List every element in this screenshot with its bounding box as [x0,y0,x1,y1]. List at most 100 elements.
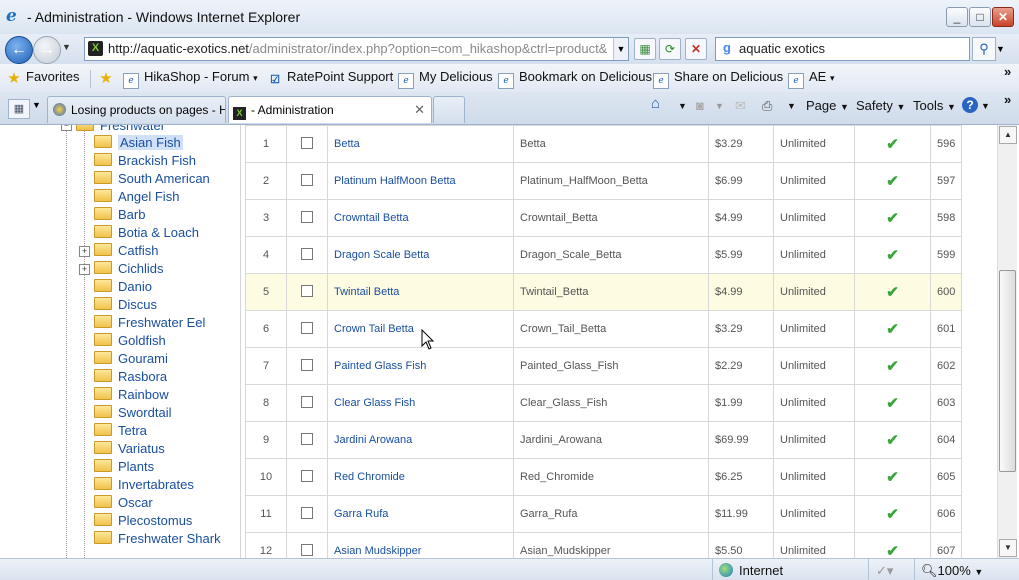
tree-item[interactable]: Angel Fish [94,189,179,207]
read-mail-icon[interactable]: ✉ [735,98,746,114]
tree-item[interactable]: Oscar [94,495,153,513]
tree-item[interactable]: Cichlids [94,261,164,279]
published-check-icon[interactable]: ✔ [886,173,899,190]
fav-link-hikashop-forum[interactable]: e HikaShop - Forum ▾ [123,69,258,89]
published-check-icon[interactable]: ✔ [886,432,899,449]
fav-link-ratepoint-support[interactable]: ☑ RatePoint Support [268,69,393,87]
tree-item[interactable]: Swordtail [94,405,171,423]
tools-menu[interactable]: Tools ▼ [913,98,956,113]
product-name-link[interactable]: Platinum HalfMoon Betta [327,162,514,200]
row-checkbox[interactable] [301,136,313,149]
row-checkbox[interactable] [301,247,313,260]
security-zone[interactable]: Internet [719,563,783,578]
row-checkbox[interactable] [301,284,313,297]
row-checkbox[interactable] [301,358,313,371]
fav-link-share-on-delicious[interactable]: e Share on Delicious [653,69,783,89]
protected-mode-icon[interactable]: ✓▾ [876,563,893,579]
print-dropdown-icon[interactable]: ▼ [787,101,796,111]
back-button[interactable]: ← [5,36,33,64]
page-menu[interactable]: Page ▼ [806,98,849,113]
more-favorites-chevron-icon[interactable]: » [1004,64,1011,79]
collapse-freshwater-icon[interactable]: − [61,125,72,131]
row-checkbox[interactable] [301,173,313,186]
home-dropdown-icon[interactable]: ▼ [678,101,687,111]
expand-category-icon[interactable]: + [79,264,90,275]
maximize-button[interactable]: □ [969,7,991,27]
address-bar[interactable]: X http://aquatic-exotics.net/administrat… [84,37,629,61]
product-name-link[interactable]: Painted Glass Fish [327,347,514,385]
minimize-button[interactable]: _ [946,7,968,27]
row-checkbox[interactable] [301,506,313,519]
tree-item[interactable]: Rainbow [94,387,169,405]
tab-list-dropdown-icon[interactable]: ▼ [32,100,41,110]
tree-item[interactable]: South American [94,171,210,189]
zoom-level[interactable]: 🔍︎100% ▼ [921,563,983,579]
search-options-dropdown-icon[interactable]: ▼ [996,44,1005,54]
tree-item[interactable]: Tetra [94,423,147,441]
expand-category-icon[interactable]: + [79,246,90,257]
tree-item[interactable]: Barb [94,207,145,225]
print-icon[interactable]: ⎙ [762,98,772,114]
favorites-button[interactable]: ★ Favorites [7,69,79,86]
published-check-icon[interactable]: ✔ [886,321,899,338]
scroll-down-icon[interactable]: ▼ [999,539,1017,557]
product-name-link[interactable]: Crowntail Betta [327,199,514,237]
product-name-link[interactable]: Betta [327,125,514,163]
tree-item[interactable]: Botia & Loach [94,225,199,243]
search-button[interactable]: ⚲ [972,37,996,61]
fav-link-my-delicious[interactable]: e My Delicious [398,69,493,89]
tree-item[interactable]: Danio [94,279,152,297]
published-check-icon[interactable]: ✔ [886,136,899,153]
add-favorites-icon[interactable]: ★ [99,69,118,86]
published-check-icon[interactable]: ✔ [886,358,899,375]
published-check-icon[interactable]: ✔ [886,284,899,301]
address-dropdown-icon[interactable]: ▼ [613,38,628,60]
tree-item[interactable]: Brackish Fish [94,153,196,171]
scroll-up-icon[interactable]: ▲ [999,126,1017,144]
product-name-link[interactable]: Asian Mudskipper [327,532,514,558]
published-check-icon[interactable]: ✔ [886,506,899,523]
new-tab-button[interactable] [433,96,465,123]
forward-button[interactable]: → [33,36,61,64]
tree-item[interactable]: Freshwater Shark [94,531,221,549]
home-icon[interactable]: ⌂ [651,95,660,112]
published-check-icon[interactable]: ✔ [886,469,899,486]
compatibility-view-icon[interactable]: ▦ [634,38,656,60]
tree-item[interactable]: Invertabrates [94,477,194,495]
tree-item[interactable]: Rasbora [94,369,167,387]
product-name-link[interactable]: Garra Rufa [327,495,514,533]
product-name-link[interactable]: Red Chromide [327,458,514,496]
tree-item[interactable]: Goldfish [94,333,166,351]
address-url[interactable]: http://aquatic-exotics.net/administrator… [108,41,608,56]
tree-item[interactable]: Gourami [94,351,168,369]
row-checkbox[interactable] [301,321,313,334]
tree-item[interactable]: Freshwater Eel [94,315,205,333]
published-check-icon[interactable]: ✔ [886,247,899,264]
row-checkbox[interactable] [301,395,313,408]
fav-link-bookmark-on-delicious[interactable]: e Bookmark on Delicious [498,69,652,89]
search-input[interactable]: aquatic exotics [739,41,825,56]
tree-item[interactable]: Plants [94,459,154,477]
help-icon[interactable]: ? [962,97,978,113]
product-name-link[interactable]: Twintail Betta [327,273,514,311]
tree-item[interactable]: Variatus [94,441,165,459]
product-name-link[interactable]: Jardini Arowana [327,421,514,459]
tab-losing-products[interactable]: Losing products on pages - H... [47,96,226,123]
tab-administration[interactable]: X- Administration ✕ [228,96,432,123]
tree-item[interactable]: Discus [94,297,157,315]
search-box[interactable]: g aquatic exotics [715,37,970,61]
quick-tabs-icon[interactable]: ▦ [8,99,30,119]
close-tab-icon[interactable]: ✕ [414,97,425,123]
recent-pages-dropdown-icon[interactable]: ▼ [62,42,71,52]
safety-menu[interactable]: Safety ▼ [856,98,905,113]
fav-link-ae[interactable]: e AE ▾ [788,69,835,89]
tree-item[interactable]: Asian Fish [94,135,183,153]
close-window-button[interactable]: ✕ [992,7,1014,27]
tree-item[interactable]: Catfish [94,243,158,261]
row-checkbox[interactable] [301,432,313,445]
stop-button[interactable]: ✕ [685,38,707,60]
product-name-link[interactable]: Clear Glass Fish [327,384,514,422]
feeds-dropdown-icon[interactable]: ▼ [715,101,724,111]
row-checkbox[interactable] [301,210,313,223]
product-name-link[interactable]: Dragon Scale Betta [327,236,514,274]
